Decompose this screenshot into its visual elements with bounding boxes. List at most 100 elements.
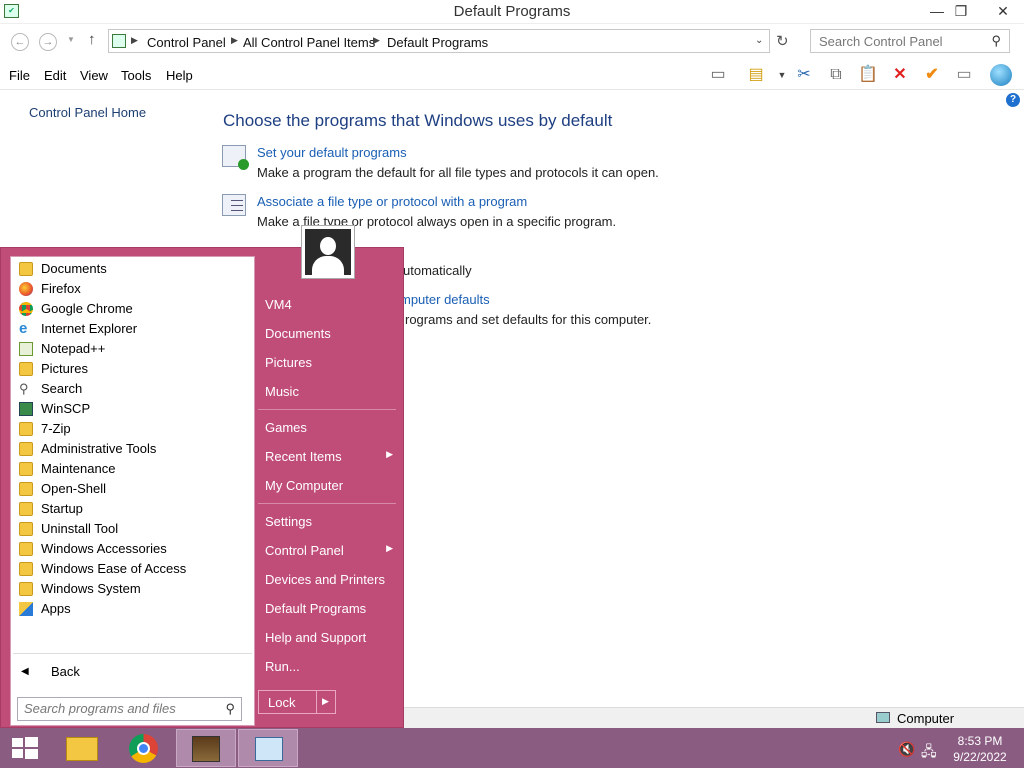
program-item-7zip[interactable]: 7-Zip — [19, 419, 249, 439]
select-folder-icon[interactable]: ▤ — [744, 64, 768, 86]
copy-icon[interactable]: ⧉ — [824, 64, 848, 86]
program-item-winscp[interactable]: WinSCP — [19, 399, 249, 419]
program-item-notepadpp[interactable]: Notepad++ — [19, 339, 249, 359]
menu-help[interactable]: Help — [166, 68, 193, 83]
program-item-windows-accessories[interactable]: Windows Accessories — [19, 539, 249, 559]
menu-view[interactable]: View — [80, 68, 108, 83]
forward-nav-icon[interactable]: → — [39, 33, 57, 51]
program-label: Maintenance — [41, 461, 116, 476]
lock-options-arrow-icon[interactable]: ▶ — [322, 696, 329, 707]
search-placeholder: Search Control Panel — [819, 34, 943, 49]
breadcrumb-default-programs[interactable]: Default Programs — [387, 35, 488, 50]
program-item-uninstall-tool[interactable]: Uninstall Tool — [19, 519, 249, 539]
archive-app-taskbar-button[interactable] — [176, 729, 236, 767]
file-explorer-taskbar-button[interactable] — [52, 729, 112, 767]
start-item-my-computer[interactable]: My Computer — [265, 478, 393, 493]
program-item-open-shell[interactable]: Open-Shell — [19, 479, 249, 499]
address-bar[interactable]: ▶ Control Panel ▶ All Control Panel Item… — [108, 29, 770, 53]
program-item-firefox[interactable]: Firefox — [19, 279, 249, 299]
address-dropdown-icon[interactable]: ⌄ — [755, 35, 763, 46]
toolbar-dropdown-icon[interactable]: ▼ — [770, 64, 794, 86]
program-item-maintenance[interactable]: Maintenance — [19, 459, 249, 479]
control-panel-home-link[interactable]: Control Panel Home — [29, 105, 146, 120]
menu-tools[interactable]: Tools — [121, 68, 151, 83]
program-item-startup[interactable]: Startup — [19, 499, 249, 519]
task-link-associate[interactable]: Associate a file type or protocol with a… — [257, 194, 527, 209]
search-programs-placeholder: Search programs and files — [24, 701, 176, 716]
control-panel-taskbar-button[interactable] — [238, 729, 298, 767]
program-label: Google Chrome — [41, 301, 133, 316]
chrome-taskbar-button[interactable] — [114, 729, 174, 767]
start-item-vm4[interactable]: VM4 — [265, 297, 393, 312]
internet-explorer-icon: e — [19, 320, 28, 337]
notepadpp-icon — [19, 342, 33, 356]
search-programs-input[interactable]: Search programs and files ⚲ — [17, 697, 242, 721]
address-row: ← → ▼ ↑ ▶ Control Panel ▶ All Control Pa… — [0, 26, 1024, 56]
network-icon[interactable]: 🖧 — [921, 741, 937, 765]
refresh-icon[interactable]: ↻ — [776, 32, 789, 50]
search-control-panel-input[interactable]: Search Control Panel ⚲ — [810, 29, 1010, 53]
program-item-search[interactable]: ⚲ Search — [19, 379, 249, 399]
up-level-icon[interactable]: ↑ — [88, 31, 96, 48]
program-item-windows-ease-of-access[interactable]: Windows Ease of Access — [19, 559, 249, 579]
start-divider — [258, 503, 396, 504]
start-item-run[interactable]: Run... — [265, 659, 393, 674]
paste-icon[interactable]: 📋 — [856, 64, 880, 86]
program-item-pictures[interactable]: Pictures — [19, 359, 249, 379]
globe-icon[interactable] — [990, 64, 1018, 86]
start-item-devices-and-printers[interactable]: Devices and Printers — [265, 572, 393, 587]
user-avatar[interactable] — [301, 225, 355, 279]
set-defaults-icon — [222, 145, 249, 170]
submenu-arrow-icon: ▶ — [386, 449, 393, 459]
search-icon[interactable]: ⚲ — [225, 701, 235, 717]
menu-file[interactable]: File — [9, 68, 30, 83]
cut-icon[interactable]: ✂ — [792, 64, 816, 86]
start-divider — [258, 409, 396, 410]
program-item-documents[interactable]: Documents — [19, 259, 249, 279]
start-item-control-panel[interactable]: Control Panel ▶ — [265, 543, 393, 558]
properties-check-icon[interactable]: ✔ — [920, 64, 944, 86]
program-label: Windows Ease of Access — [41, 561, 187, 576]
start-button[interactable] — [0, 729, 48, 767]
start-item-games[interactable]: Games — [265, 420, 393, 435]
start-item-default-programs[interactable]: Default Programs — [265, 601, 393, 616]
program-item-chrome[interactable]: Google Chrome — [19, 299, 249, 319]
start-item-pictures[interactable]: Pictures — [265, 355, 393, 370]
delete-icon[interactable]: ✕ — [888, 64, 912, 86]
volume-muted-icon[interactable]: 🔇 — [898, 741, 915, 758]
program-item-administrative-tools[interactable]: Administrative Tools — [19, 439, 249, 459]
clock[interactable]: 8:53 PM 9/22/2022 — [940, 733, 1020, 765]
rename-icon[interactable]: ▭ — [952, 64, 976, 86]
panes-icon[interactable]: ▭ — [706, 64, 730, 86]
program-label: Open-Shell — [41, 481, 107, 496]
control-panel-label: Control Panel — [265, 543, 344, 558]
program-label: Administrative Tools — [41, 441, 157, 456]
start-item-documents[interactable]: Documents — [265, 326, 393, 341]
back-nav-icon[interactable]: ← — [11, 33, 29, 51]
lock-button[interactable]: Lock ▶ — [258, 690, 336, 714]
program-label: Firefox — [41, 281, 81, 296]
program-label: Internet Explorer — [41, 321, 138, 336]
start-item-settings[interactable]: Settings — [265, 514, 393, 529]
breadcrumb-all-items[interactable]: All Control Panel Items — [243, 35, 375, 50]
start-item-music[interactable]: Music — [265, 384, 393, 399]
search-icon[interactable]: ⚲ — [991, 33, 1001, 49]
recent-locations-chevron-icon[interactable]: ▼ — [67, 35, 75, 44]
maximize-button[interactable]: ❐ — [944, 0, 978, 22]
breadcrumb-separator-icon: ▶ — [373, 35, 380, 45]
breadcrumb-control-panel[interactable]: Control Panel — [147, 35, 226, 50]
firefox-icon — [19, 282, 33, 296]
program-item-apps[interactable]: Apps — [19, 599, 249, 619]
close-button[interactable]: ✕ — [982, 0, 1024, 22]
title-bar: ✔ Default Programs — ❐ ✕ — [0, 0, 1024, 24]
program-item-internet-explorer[interactable]: e Internet Explorer — [19, 319, 249, 339]
task-link-set-defaults[interactable]: Set your default programs — [257, 145, 407, 160]
start-item-help-and-support[interactable]: Help and Support — [265, 630, 393, 645]
start-item-recent-items[interactable]: Recent Items ▶ — [265, 449, 393, 464]
menu-edit[interactable]: Edit — [44, 68, 66, 83]
program-item-windows-system[interactable]: Windows System — [19, 579, 249, 599]
help-icon[interactable]: ? — [1006, 93, 1020, 107]
breadcrumb-separator-icon: ▶ — [231, 35, 238, 45]
back-button[interactable]: ◀ Back — [19, 662, 219, 682]
task-link-computer-defaults[interactable]: mputer defaults — [400, 292, 490, 307]
